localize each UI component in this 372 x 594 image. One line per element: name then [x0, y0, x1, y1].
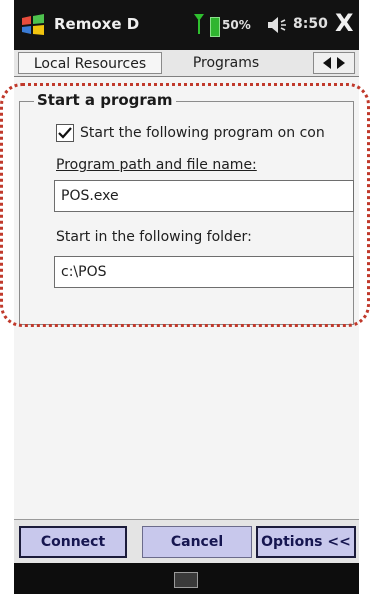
windows-logo-icon[interactable]	[20, 14, 46, 36]
keyboard-icon[interactable]	[174, 572, 198, 588]
battery-percent: 50%	[222, 18, 251, 32]
tab-bar: Local Resources Programs	[14, 50, 359, 77]
start-program-checkbox[interactable]	[56, 124, 74, 142]
start-folder-label: Start in the following folder:	[56, 229, 252, 245]
start-folder-input[interactable]: c:\POS	[54, 256, 354, 288]
soft-key-bar	[14, 563, 359, 594]
clock-time[interactable]: 8:50	[293, 16, 328, 32]
speaker-icon[interactable]	[267, 16, 287, 34]
arrow-right-icon[interactable]	[337, 57, 345, 69]
cancel-button[interactable]: Cancel	[142, 526, 252, 558]
programs-panel: Start a program Start the following prog…	[14, 77, 359, 519]
status-bar: Remoxe D 50% 8:50 X	[14, 0, 359, 50]
start-program-checkbox-label[interactable]: Start the following program on con	[80, 125, 356, 141]
options-button[interactable]: Options <<	[256, 526, 356, 558]
tab-programs[interactable]: Programs	[176, 52, 276, 74]
checkmark-icon	[58, 127, 72, 139]
connect-button[interactable]: Connect	[19, 526, 127, 558]
program-path-input[interactable]: POS.exe	[54, 180, 354, 212]
close-button[interactable]: X	[335, 10, 354, 36]
group-legend: Start a program	[34, 91, 176, 109]
button-bar: Connect Cancel Options <<	[14, 519, 359, 564]
program-path-label: Program path and file name:	[56, 157, 257, 173]
signal-icon	[194, 14, 204, 34]
tab-local-resources[interactable]: Local Resources	[18, 52, 162, 74]
arrow-left-icon[interactable]	[323, 57, 331, 69]
window-title: Remoxe D	[54, 15, 140, 33]
battery-icon	[210, 17, 220, 37]
tab-scroll-arrows[interactable]	[313, 52, 355, 74]
